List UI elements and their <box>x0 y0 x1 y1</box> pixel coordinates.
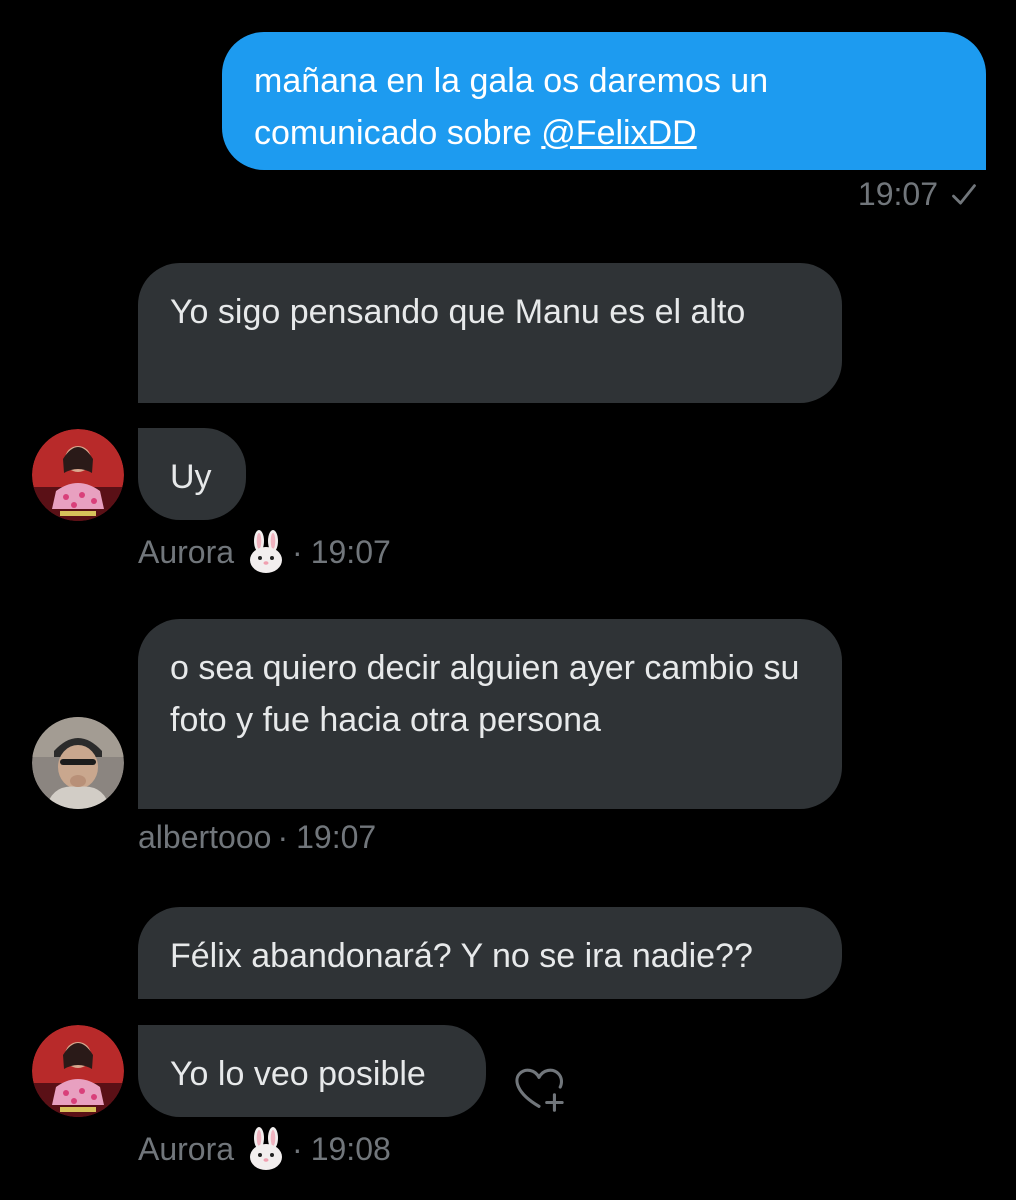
sender-name[interactable]: albertooo <box>138 819 271 856</box>
message-text: Uy <box>170 458 212 496</box>
check-icon <box>952 183 976 205</box>
message-time: 19:07 <box>310 533 391 570</box>
incoming-message-bubble[interactable]: Uy <box>138 428 246 520</box>
sender-meta: albertooo · 19:07 <box>138 819 376 856</box>
sender-name[interactable]: Aurora <box>138 534 234 571</box>
avatar-aurora[interactable] <box>32 1025 124 1117</box>
message-time: 19:07 <box>296 819 377 855</box>
incoming-message-bubble[interactable]: Yo lo veo posible <box>138 1025 486 1117</box>
incoming-message-bubble[interactable]: Félix abandonará? Y no se ira nadie?? <box>138 907 842 999</box>
sender-name[interactable]: Aurora <box>138 1131 234 1168</box>
incoming-message-bubble[interactable]: Yo sigo pensando que Manu es el alto <box>138 263 842 403</box>
meta-separator: · <box>277 819 289 855</box>
meta-separator: · <box>292 1130 303 1167</box>
outgoing-message-bubble[interactable]: mañana en la gala os daremos un comunica… <box>222 32 986 170</box>
rabbit-face-icon <box>250 1127 283 1170</box>
outgoing-message-meta: 19:07 <box>858 176 978 213</box>
message-text: Yo sigo pensando que Manu es el alto <box>170 293 746 331</box>
message-text: o sea quiero decir alguien ayer cambio s… <box>170 649 800 739</box>
meta-separator: · <box>292 533 303 570</box>
sender-meta: Aurora · 19:08 <box>138 1127 391 1171</box>
incoming-message-bubble[interactable]: o sea quiero decir alguien ayer cambio s… <box>138 619 842 809</box>
avatar-albertooo[interactable] <box>32 717 124 809</box>
message-time: 19:08 <box>310 1130 391 1167</box>
add-reaction-heart-icon[interactable] <box>510 1062 568 1116</box>
message-text: Yo lo veo posible <box>170 1055 426 1093</box>
mention-link[interactable]: @FelixDD <box>541 114 696 152</box>
message-text: Félix abandonará? Y no se ira nadie?? <box>170 937 753 975</box>
message-time: 19:07 <box>857 176 938 212</box>
avatar-aurora[interactable] <box>32 429 124 521</box>
sender-meta: Aurora · 19:07 <box>138 530 391 574</box>
rabbit-face-icon <box>250 530 283 573</box>
